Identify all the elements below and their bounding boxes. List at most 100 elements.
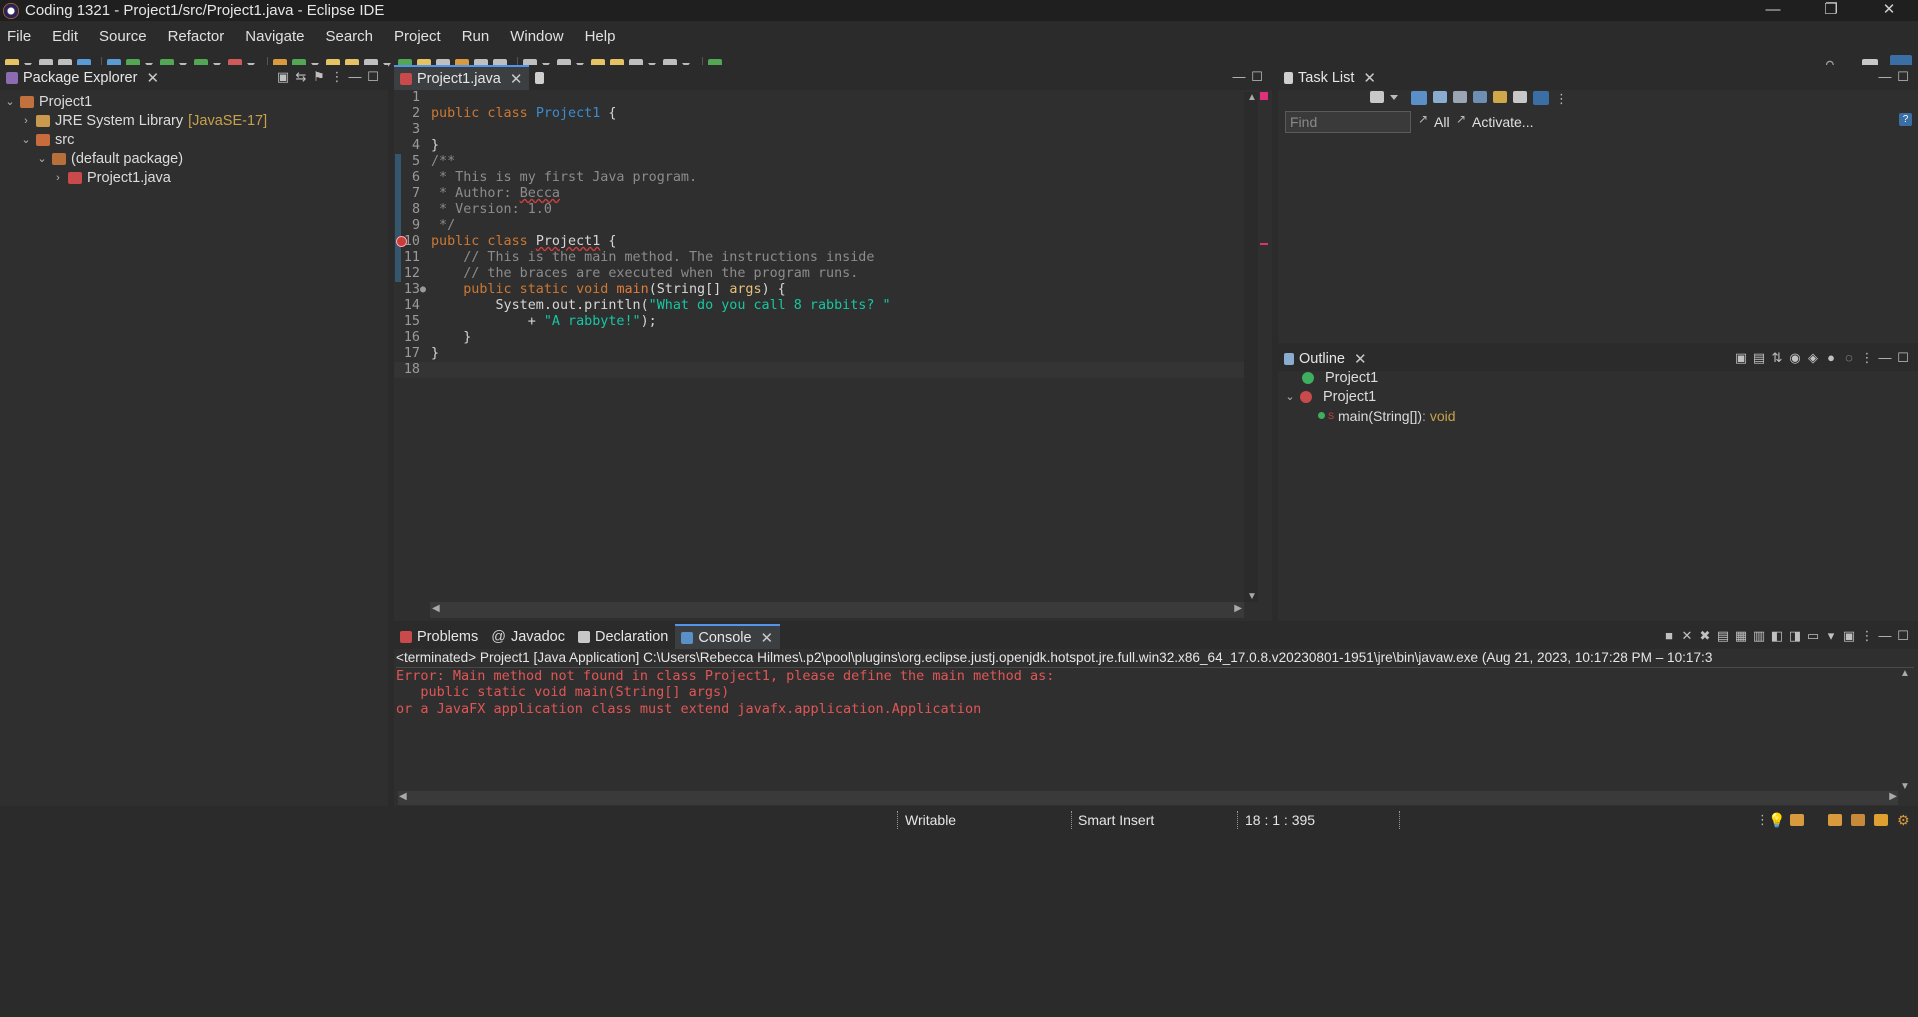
maximize-icon[interactable]: ☐ [1894, 69, 1912, 85]
close-icon[interactable]: ✕ [510, 70, 523, 88]
chevron-down-icon[interactable]: ⌄ [20, 133, 32, 146]
menu-project[interactable]: Project [394, 28, 441, 45]
scroll-left-icon[interactable]: ◀ [399, 791, 407, 802]
sort-icon[interactable]: ⇅ [1768, 350, 1786, 366]
display-console-icon[interactable]: ▾ [1822, 628, 1840, 644]
overview-error-marker[interactable] [1260, 92, 1268, 100]
status-insert-mode[interactable]: Smart Insert [1078, 812, 1154, 828]
view-menu-icon[interactable]: ⋮ [1858, 628, 1876, 644]
find-tasks-input[interactable]: Find [1285, 111, 1411, 133]
minimize-icon[interactable]: — [1876, 350, 1894, 366]
scroll-left-icon[interactable]: ◀ [432, 603, 440, 614]
minimize-icon[interactable]: — [346, 69, 364, 85]
all-link[interactable]: All [1434, 114, 1450, 130]
scroll-up-icon[interactable]: ▲ [1247, 92, 1257, 103]
open-console-icon[interactable]: ▣ [1840, 628, 1858, 644]
tab-project1-java[interactable]: Project1.java ✕ [394, 65, 530, 90]
link-with-editor-icon[interactable]: ⇆ [292, 69, 310, 85]
editor-horizontal-scrollbar[interactable]: ◀ ▶ [430, 602, 1244, 618]
scroll-down-icon[interactable]: ▼ [1247, 591, 1257, 602]
chevron-down-icon[interactable] [1390, 95, 1398, 100]
collapse-all-icon[interactable]: ▣ [274, 69, 292, 85]
editor-vertical-scrollbar[interactable]: ▲ ▼ [1244, 92, 1258, 602]
menu-file[interactable]: File [7, 28, 31, 45]
maximize-icon[interactable]: ☐ [1248, 69, 1266, 85]
collapse-icon[interactable]: ▣ [1732, 350, 1750, 366]
filter-icon[interactable]: ⚑ [310, 69, 328, 85]
tab-overflow[interactable] [529, 65, 556, 90]
tab-declaration[interactable]: Declaration [572, 624, 675, 649]
hide-completed-icon[interactable] [1453, 91, 1467, 103]
pin-console-icon[interactable]: ▭ [1804, 628, 1822, 644]
link-icon[interactable] [1533, 91, 1549, 105]
scroll-down-icon[interactable]: ▼ [1900, 781, 1910, 792]
hide-fields-icon[interactable]: ◉ [1786, 350, 1804, 366]
tab-task-list[interactable]: Task List ✕ [1278, 65, 1383, 90]
sync-icon[interactable] [1493, 91, 1507, 103]
word-wrap-icon[interactable]: ▥ [1750, 628, 1768, 644]
chevron-down-icon[interactable]: ⌄ [36, 152, 48, 165]
chevron-down-icon[interactable]: ⌄ [1284, 390, 1296, 403]
show-stdout-icon[interactable]: ◧ [1768, 628, 1786, 644]
book-icon[interactable] [1828, 814, 1842, 826]
hat-icon[interactable] [1851, 814, 1865, 826]
hide-nonpublic-icon[interactable]: ● [1822, 350, 1840, 366]
minimize-icon[interactable]: — [1876, 69, 1894, 85]
tab-package-explorer[interactable]: Package Explorer ✕ [0, 65, 166, 90]
show-stderr-icon[interactable]: ◨ [1786, 628, 1804, 644]
scroll-right-icon[interactable]: ▶ [1889, 791, 1897, 802]
tips-icon[interactable] [1790, 814, 1804, 826]
terminate-icon[interactable]: ■ [1660, 628, 1678, 644]
restore-button[interactable]: ❐ [1802, 0, 1860, 21]
menu-run[interactable]: Run [462, 28, 490, 45]
scheduled-icon[interactable] [1433, 91, 1447, 103]
hide-static-icon[interactable]: ◈ [1804, 350, 1822, 366]
maximize-icon[interactable]: ☐ [1894, 628, 1912, 644]
close-icon[interactable]: ✕ [761, 629, 774, 647]
console-vertical-scrollbar[interactable]: ▲ ▼ [1900, 668, 1912, 792]
outline-item-class[interactable]: Project1 [1278, 368, 1918, 387]
console-horizontal-scrollbar[interactable]: ◀ ▶ [398, 791, 1898, 805]
menu-navigate[interactable]: Navigate [245, 28, 304, 45]
new-task-icon[interactable] [1370, 91, 1384, 103]
tab-problems[interactable]: Problems [394, 624, 485, 649]
expand-icon[interactable]: ▤ [1750, 350, 1768, 366]
remove-all-icon[interactable]: ✖ [1696, 628, 1714, 644]
maximize-icon[interactable]: ☐ [364, 69, 382, 85]
activate-link[interactable]: Activate... [1472, 114, 1533, 130]
categorized-icon[interactable] [1411, 91, 1427, 105]
close-window-button[interactable]: ✕ [1860, 0, 1918, 21]
scroll-right-icon[interactable]: ▶ [1234, 603, 1242, 614]
help-icon[interactable]: ? [1899, 113, 1912, 126]
tree-item-jre[interactable]: › JRE System Library [JavaSE-17] [0, 111, 388, 130]
tree-item-default-package[interactable]: ⌄ (default package) [0, 149, 388, 168]
gear-icon[interactable]: ⚙ [1897, 812, 1910, 829]
hide-local-types-icon[interactable]: ◌ [1840, 350, 1858, 366]
collapse-all-icon[interactable] [1513, 91, 1527, 103]
close-icon[interactable]: ✕ [146, 69, 159, 87]
maximize-icon[interactable]: ☐ [1894, 350, 1912, 366]
close-icon[interactable]: ✕ [1363, 69, 1376, 87]
tab-console[interactable]: Console ✕ [675, 624, 781, 649]
menu-help[interactable]: Help [585, 28, 616, 45]
scroll-lock-icon[interactable]: ▦ [1732, 628, 1750, 644]
clear-console-icon[interactable]: ▤ [1714, 628, 1732, 644]
outline-item-method[interactable]: S main(String[]) : void [1278, 406, 1918, 425]
tree-item-project[interactable]: ⌄ Project1 [0, 92, 388, 111]
view-menu-icon[interactable]: ⋮ [1555, 91, 1568, 107]
menu-source[interactable]: Source [99, 28, 147, 45]
code-editor[interactable]: 1 2 public class Project1 { 3 4} 5/** 6 *… [394, 90, 1244, 602]
minimize-button[interactable]: — [1744, 0, 1802, 21]
minimize-icon[interactable]: — [1230, 69, 1248, 85]
tree-item-project1-java[interactable]: › Project1.java [0, 168, 388, 187]
overview-line-marker[interactable] [1260, 243, 1268, 245]
focus-icon[interactable] [1473, 91, 1487, 103]
lightbulb-icon[interactable]: 💡 [1768, 812, 1785, 829]
chevron-right-icon[interactable]: › [20, 115, 32, 127]
menu-edit[interactable]: Edit [52, 28, 78, 45]
view-menu-icon[interactable]: ⋮ [1858, 350, 1876, 366]
menu-window[interactable]: Window [510, 28, 563, 45]
view-menu-icon[interactable]: ⋮ [328, 69, 346, 85]
outline-item-class-duplicate[interactable]: ⌄ Project1 [1278, 387, 1918, 406]
tree-item-src[interactable]: ⌄ src [0, 130, 388, 149]
